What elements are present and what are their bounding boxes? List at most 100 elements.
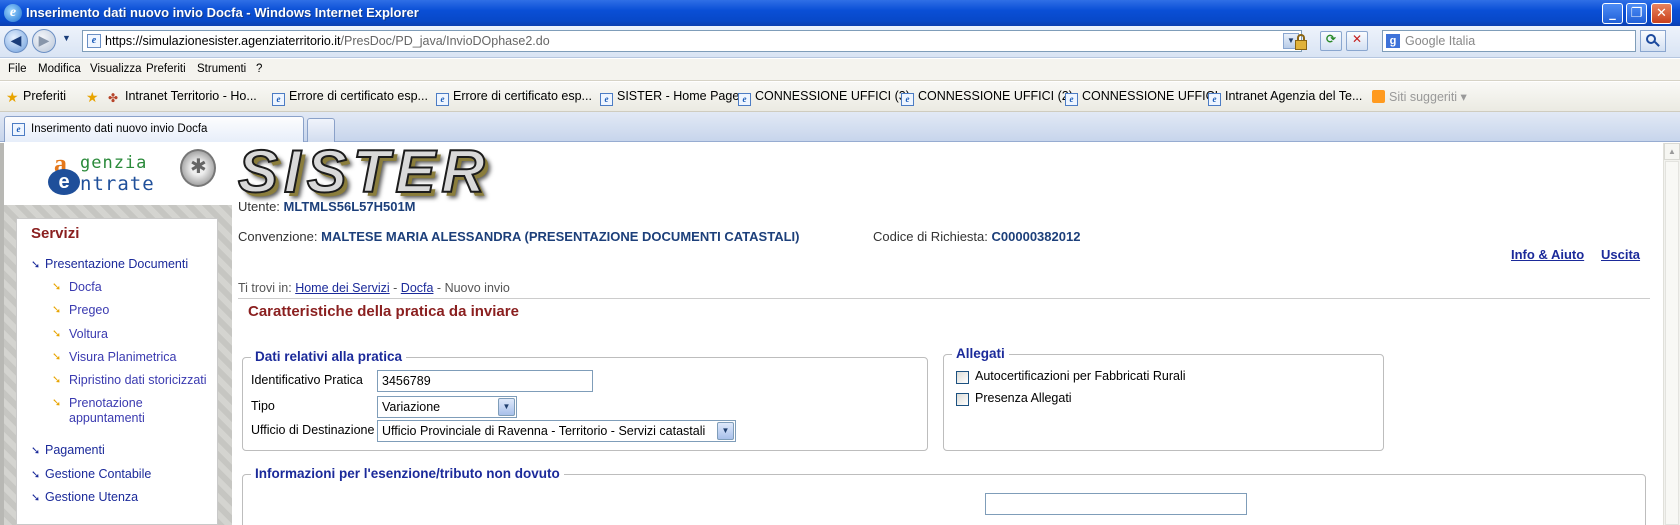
menu-modifica[interactable]: Modifica bbox=[38, 63, 81, 75]
history-dropdown-icon[interactable]: ▼ bbox=[62, 33, 71, 43]
presenza-allegati-label: Presenza Allegati bbox=[975, 391, 1072, 405]
stop-button[interactable]: ✕ bbox=[1346, 31, 1368, 51]
sidebar-item-presentazione[interactable]: ➘ Presentazione Documenti bbox=[31, 257, 188, 271]
tipo-selected: Variazione bbox=[382, 400, 441, 414]
lock-icon[interactable] bbox=[1294, 34, 1308, 50]
menu-file[interactable]: File bbox=[8, 63, 27, 75]
sidebar-header: Servizi bbox=[31, 225, 80, 242]
convenzione-value: MALTESE MARIA ALESSANDRA (PRESENTAZIONE … bbox=[321, 229, 800, 244]
refresh-button[interactable]: ⟳ bbox=[1320, 31, 1342, 51]
logo-e-mark: e bbox=[48, 169, 80, 195]
sidebar-item-contabile[interactable]: ➘ Gestione Contabile bbox=[31, 467, 151, 481]
sidebar-item-utenza[interactable]: ➘ Gestione Utenza bbox=[31, 490, 138, 504]
fav-link[interactable]: e CONNESSIONE UFFICI bbox=[1065, 89, 1218, 106]
url-path: /PresDoc/PD_java/InvioDOphase2.do bbox=[340, 34, 550, 48]
left-column: a e genzia ntrate Servizi ➘ Presentazione… bbox=[0, 143, 232, 525]
favorites-button[interactable]: ★ Preferiti bbox=[6, 89, 66, 104]
menu-bar: File Modifica Visualizza Preferiti Strum… bbox=[0, 59, 1680, 81]
sidebar-item-voltura[interactable]: ➘ Voltura bbox=[52, 327, 108, 341]
suggested-sites-button[interactable]: Siti suggeriti ▾ bbox=[1372, 89, 1467, 104]
arrow-icon: ➘ bbox=[52, 304, 62, 316]
back-button[interactable]: ◀ bbox=[4, 29, 28, 53]
sidebar-item-docfa[interactable]: ➘ Docfa bbox=[52, 280, 102, 294]
convenzione-info: Convenzione: MALTESE MARIA ALESSANDRA (P… bbox=[238, 229, 799, 244]
arrow-icon: ➘ bbox=[31, 445, 41, 457]
fav-link[interactable]: e Errore di certificato esp... bbox=[436, 89, 592, 106]
sidebar-item-label: Gestione Contabile bbox=[45, 467, 152, 481]
esenzione-input[interactable] bbox=[985, 493, 1247, 515]
sidebar-item-label: Gestione Utenza bbox=[45, 490, 139, 504]
sidebar-item-label: Ripristino dati storicizzati bbox=[69, 373, 207, 387]
divider bbox=[238, 298, 1650, 299]
sidebar-item-pagamenti[interactable]: ➘ Pagamenti bbox=[31, 443, 105, 457]
search-button[interactable] bbox=[1640, 30, 1666, 52]
chevron-down-icon: ▼ bbox=[498, 398, 515, 416]
page-icon: e bbox=[600, 93, 613, 106]
page-viewport: a e genzia ntrate Servizi ➘ Presentazione… bbox=[0, 137, 1680, 525]
identificativo-input[interactable] bbox=[377, 370, 593, 392]
suggested-sites-icon bbox=[1372, 90, 1385, 103]
breadcrumb-home-link[interactable]: Home dei Servizi bbox=[295, 281, 389, 295]
menu-preferiti[interactable]: Preferiti bbox=[146, 63, 186, 75]
uscita-link[interactable]: Uscita bbox=[1601, 247, 1640, 262]
search-input[interactable]: g Google Italia bbox=[1382, 30, 1636, 52]
forward-button[interactable]: ▶ bbox=[32, 29, 56, 53]
scroll-thumb[interactable] bbox=[1665, 161, 1679, 525]
identificativo-label: Identificativo Pratica bbox=[251, 373, 363, 387]
codice-info: Codice di Richiesta: C00000382012 bbox=[873, 229, 1080, 244]
codice-label: Codice di Richiesta: bbox=[873, 229, 988, 244]
add-favorite-button[interactable]: ★ bbox=[86, 89, 103, 104]
favorites-label: Preferiti bbox=[23, 89, 67, 103]
logo-agenzia-text: genzia bbox=[80, 153, 148, 173]
menu-visualizza[interactable]: Visualizza bbox=[90, 63, 142, 75]
arrow-icon: ➘ bbox=[52, 328, 62, 340]
autocertificazioni-checkbox[interactable] bbox=[956, 371, 969, 384]
vertical-scrollbar[interactable]: ▲ bbox=[1663, 143, 1680, 525]
page-icon: e bbox=[12, 123, 25, 136]
favorites-bar: ★ Preferiti ★ ✤ Intranet Territorio - Ho..… bbox=[0, 82, 1680, 112]
agenzia-entrate-logo: a e genzia ntrate bbox=[4, 143, 232, 205]
sidebar-item-label: Prenotazione appuntamenti bbox=[69, 396, 145, 425]
codice-value: C00000382012 bbox=[991, 229, 1081, 244]
fav-label: Intranet Agenzia del Te... bbox=[1225, 89, 1363, 103]
fav-label: Errore di certificato esp... bbox=[453, 89, 592, 103]
sidebar-item-label: Pregeo bbox=[69, 303, 110, 317]
info-aiuto-link[interactable]: Info & Aiuto bbox=[1511, 247, 1584, 262]
main-content: Utente: MLTMLS56L57H501M Convenzione: MA… bbox=[238, 143, 1650, 525]
sidebar-item-label: Pagamenti bbox=[45, 443, 105, 457]
google-icon: g bbox=[1386, 34, 1400, 48]
minimize-button[interactable]: _ bbox=[1602, 3, 1623, 24]
star-icon: ★ bbox=[6, 89, 19, 105]
arrow-icon: ➘ bbox=[31, 469, 41, 481]
menu-strumenti[interactable]: Strumenti bbox=[197, 63, 246, 75]
allegati-fieldset: Allegati Autocertificazioni per Fabbrica… bbox=[943, 346, 1384, 451]
fav-link[interactable]: e SISTER - Home Page bbox=[600, 89, 739, 106]
menu-help[interactable]: ? bbox=[256, 63, 262, 75]
sidebar-item-ripristino[interactable]: ➘ Ripristino dati storicizzati bbox=[52, 373, 207, 387]
fav-link[interactable]: e CONNESSIONE UFFICI (3) bbox=[738, 89, 910, 106]
url-text[interactable]: https://simulazionesister.agenziaterrito… bbox=[105, 34, 550, 48]
close-button[interactable]: ✕ bbox=[1651, 3, 1672, 24]
fav-link[interactable]: e CONNESSIONE UFFICI (2) bbox=[901, 89, 1073, 106]
breadcrumb-docfa-link[interactable]: Docfa bbox=[401, 281, 434, 295]
sidebar-item-visura[interactable]: ➘ Visura Planimetrica bbox=[52, 350, 176, 364]
fav-link[interactable]: e Errore di certificato esp... bbox=[272, 89, 428, 106]
address-bar[interactable]: e https://simulazionesister.agenziaterri… bbox=[82, 30, 1302, 52]
sidebar-item-prenotazione[interactable]: ➘ Prenotazione appuntamenti bbox=[52, 396, 209, 426]
utente-value: MLTMLS56L57H501M bbox=[283, 199, 416, 214]
fav-link[interactable]: ✤ Intranet Territorio - Ho... bbox=[108, 89, 257, 105]
scroll-up-icon[interactable]: ▲ bbox=[1664, 143, 1680, 160]
page-icon: e bbox=[1208, 93, 1221, 106]
tipo-select[interactable]: Variazione ▼ bbox=[377, 396, 517, 418]
browser-window: e Inserimento dati nuovo invio Docfa - W… bbox=[0, 0, 1680, 525]
page-icon: e bbox=[1065, 93, 1078, 106]
presenza-allegati-checkbox[interactable] bbox=[956, 393, 969, 406]
sidebar-item-pregeo[interactable]: ➘ Pregeo bbox=[52, 303, 110, 317]
allegati-legend: Allegati bbox=[952, 346, 1009, 361]
maximize-button[interactable]: ❐ bbox=[1626, 3, 1647, 24]
sidebar-item-label: Docfa bbox=[69, 280, 102, 294]
pratica-legend: Dati relativi alla pratica bbox=[251, 349, 407, 364]
ufficio-select[interactable]: Ufficio Provinciale di Ravenna - Territo… bbox=[377, 420, 736, 442]
fav-link[interactable]: e Intranet Agenzia del Te... bbox=[1208, 89, 1362, 106]
fav-label: CONNESSIONE UFFICI bbox=[1082, 89, 1219, 103]
